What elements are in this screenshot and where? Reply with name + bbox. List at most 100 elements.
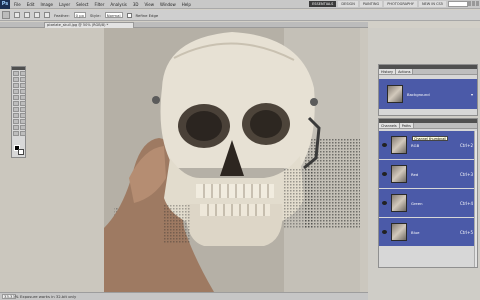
workspace-new-in-cs5[interactable]: NEW IN CS5 (418, 1, 446, 7)
intersect-selection-icon[interactable] (44, 12, 50, 18)
channel-thumbnail (391, 165, 407, 183)
healing-brush-tool-icon[interactable] (13, 89, 19, 94)
menu-help[interactable]: Help (182, 2, 191, 7)
blur-tool-icon[interactable] (13, 107, 19, 112)
path-select-tool-icon[interactable] (13, 119, 19, 124)
feather-input[interactable]: 0 px (73, 12, 86, 18)
menu-file[interactable]: File (14, 2, 21, 7)
channel-label: Red (411, 171, 419, 177)
add-selection-icon[interactable] (24, 12, 30, 18)
history-brush-tool-icon[interactable] (20, 95, 26, 100)
tab-actions[interactable]: Actions (396, 69, 414, 74)
menu-analysis[interactable]: Analysis (110, 2, 126, 7)
tools-panel (11, 66, 26, 158)
history-snapshot-row[interactable]: Background ▾ (379, 79, 477, 109)
channel-row-green[interactable]: Green Ctrl+4 (379, 189, 477, 217)
eyedropper-tool-icon[interactable] (20, 83, 26, 88)
channels-panel-tabs: Channels Paths (379, 123, 477, 129)
history-panel: History Actions Background ▾ (378, 64, 478, 116)
status-bar: 33.33% Exposure works in 32-bit only (0, 292, 368, 300)
subtract-selection-icon[interactable] (34, 12, 40, 18)
workspace-photography[interactable]: PHOTOGRAPHY (384, 1, 417, 7)
snapshot-thumbnail (387, 85, 403, 103)
tab-channels[interactable]: Channels (379, 123, 400, 128)
minimize-button[interactable] (468, 1, 471, 6)
dodge-tool-icon[interactable] (20, 107, 26, 112)
background-color-swatch[interactable] (18, 149, 24, 155)
tab-paths[interactable]: Paths (399, 123, 414, 128)
zoom-tool-icon[interactable] (13, 131, 19, 136)
history-panel-tabs: History Actions (379, 69, 477, 75)
channel-row-blue[interactable]: Blue Ctrl+5 (379, 218, 477, 246)
refine-edge-label: Refine Edge (135, 12, 159, 18)
skull-photo (104, 28, 360, 292)
menu-window[interactable]: Window (160, 2, 176, 7)
channels-scrollbar[interactable] (474, 131, 477, 267)
3d-rotate-tool-icon[interactable] (13, 125, 19, 130)
style-label: Style: (89, 12, 101, 18)
zoom-level[interactable]: 33.33% (2, 294, 18, 299)
crop-tool-icon[interactable] (13, 83, 19, 88)
rotate-view-tool-icon[interactable] (20, 131, 26, 136)
panel-dock: History Actions Background ▾ Channels Pa… (368, 28, 480, 300)
quick-select-tool-icon[interactable] (20, 77, 26, 82)
channel-thumbnail (391, 223, 407, 241)
workspace-design[interactable]: DESIGN (338, 1, 358, 7)
chevron-down-icon[interactable]: ▾ (471, 92, 473, 97)
menu-view[interactable]: View (145, 2, 155, 7)
clone-stamp-tool-icon[interactable] (13, 95, 19, 100)
eye-icon[interactable] (382, 143, 387, 147)
feather-label: Feather: (54, 12, 70, 18)
status-info: Exposure works in 32-bit only (20, 294, 77, 299)
marquee-tool-icon[interactable] (20, 71, 26, 76)
style-select[interactable]: Normal (104, 12, 123, 18)
channel-label: Green (411, 200, 423, 206)
maximize-button[interactable] (472, 1, 475, 6)
options-bar: Feather: 0 px Style: Normal Refine Edge (0, 10, 480, 21)
hand-tool-icon[interactable] (20, 125, 26, 130)
canvas-area[interactable] (0, 28, 368, 292)
channel-shortcut: Ctrl+2 (459, 142, 473, 148)
eye-icon[interactable] (382, 172, 387, 176)
menu-items: File Edit Image Layer Select Filter Anal… (14, 2, 191, 7)
menu-bar: Ps File Edit Image Layer Select Filter A… (0, 0, 480, 9)
menu-filter[interactable]: Filter (94, 2, 104, 7)
pen-tool-icon[interactable] (13, 113, 19, 118)
snapshot-label: Background (407, 91, 430, 97)
tab-history[interactable]: History (379, 69, 397, 74)
menu-select[interactable]: Select (76, 2, 88, 7)
lasso-tool-icon[interactable] (13, 77, 19, 82)
move-tool-icon[interactable] (13, 71, 19, 76)
tool-grid (12, 70, 26, 137)
menu-image[interactable]: Image (40, 2, 53, 7)
channel-row-red[interactable]: Red Ctrl+3 (379, 160, 477, 188)
menu-edit[interactable]: Edit (27, 2, 35, 7)
workspace-switcher: ESSENTIALS DESIGN PAINTING PHOTOGRAPHY N… (309, 1, 446, 7)
document-canvas[interactable] (104, 28, 360, 292)
channel-thumbnail (391, 136, 407, 154)
type-tool-icon[interactable] (20, 113, 26, 118)
new-selection-icon[interactable] (14, 12, 20, 18)
photoshop-logo: Ps (0, 0, 10, 9)
eye-icon[interactable] (382, 201, 387, 205)
channel-shortcut: Ctrl+5 (459, 229, 473, 235)
tooltip: Channel thumbnail (412, 136, 449, 141)
menu-layer[interactable]: Layer (59, 2, 70, 7)
workspace-essentials[interactable]: ESSENTIALS (309, 1, 337, 7)
channel-label: RGB (411, 142, 420, 148)
marquee-tool-icon[interactable] (2, 11, 10, 19)
close-button[interactable] (476, 1, 479, 6)
menu-3d[interactable]: 3D (133, 2, 139, 7)
channel-shortcut: Ctrl+4 (459, 200, 473, 206)
search-input[interactable] (448, 1, 468, 7)
gradient-tool-icon[interactable] (20, 101, 26, 106)
workspace-painting[interactable]: PAINTING (359, 1, 383, 7)
eraser-tool-icon[interactable] (13, 101, 19, 106)
brush-tool-icon[interactable] (20, 89, 26, 94)
channel-thumbnail (391, 194, 407, 212)
window-controls (468, 1, 479, 6)
eye-icon[interactable] (382, 230, 387, 234)
channel-shortcut: Ctrl+3 (459, 171, 473, 177)
refine-edge-checkbox[interactable] (126, 12, 132, 18)
shape-tool-icon[interactable] (20, 119, 26, 124)
